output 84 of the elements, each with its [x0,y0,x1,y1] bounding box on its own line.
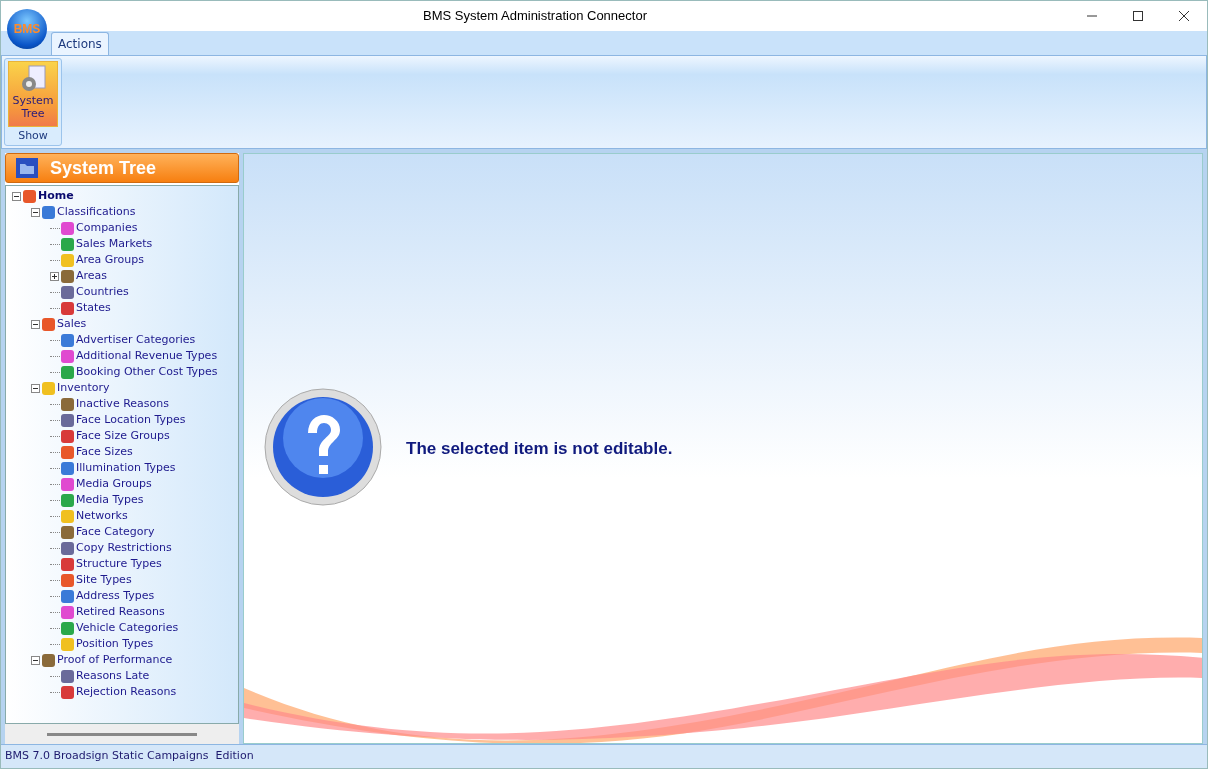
tree-item-icon [42,205,55,219]
sidebar-title: System Tree [50,156,157,180]
tree-item-icon [61,557,74,571]
tree-item-icon [61,413,74,427]
tree-item[interactable]: Face Category [74,523,157,541]
tree-item-icon [61,301,74,315]
status-text: BMS 7.0 Broadsign Static Campaigns Edition [1,744,1207,768]
system-tree-button[interactable]: System Tree [8,61,58,127]
group-label: Show [18,127,48,144]
tree-item-icon [61,461,74,475]
tree-item[interactable]: Proof of Performance [55,651,175,669]
tree-item-icon [61,429,74,443]
tree-item[interactable]: Companies [74,219,140,237]
tree-item[interactable]: Networks [74,507,130,525]
tree-item-icon [61,237,74,251]
window-title: BMS System Administration Connector [422,7,648,26]
tree-item[interactable]: Face Size Groups [74,427,172,445]
tree-item[interactable]: Area Groups [74,251,147,269]
tree-item-icon [61,477,74,491]
tree-item-icon [61,685,74,699]
question-icon [264,387,382,506]
tree-item[interactable]: Additional Revenue Types [74,347,220,365]
tree-item[interactable]: Media Types [74,491,146,509]
tree-item-icon [61,253,74,267]
tree-item[interactable]: Sales Markets [74,235,155,253]
tree-item-icon [61,621,74,635]
maximize-icon [1132,10,1144,22]
tree-item-icon [23,189,36,203]
folder-icon [16,158,38,178]
tree-item[interactable]: Face Sizes [74,443,135,461]
tree-item-icon [61,573,74,587]
tree-item-icon [61,541,74,555]
tree-item[interactable]: Countries [74,283,131,301]
tree-item-icon [42,317,55,331]
tree-item-icon [61,525,74,539]
tree-item-icon [61,445,74,459]
close-icon [1178,10,1190,22]
tree-item[interactable]: Face Location Types [74,411,188,429]
tree-item[interactable]: Media Groups [74,475,154,493]
horizontal-scrollbar[interactable] [5,724,239,744]
collapse-toggle[interactable] [31,655,40,665]
tree-item[interactable]: Classifications [55,203,138,221]
expand-toggle[interactable] [50,271,59,281]
tree-item-icon [42,653,55,667]
tree-item[interactable]: Home [36,187,76,205]
tree-item-icon [42,381,55,395]
tree-item-icon [61,333,74,347]
info-message: The selected item is not editable. [406,437,673,460]
tree-item[interactable]: Booking Other Cost Types [74,363,220,381]
tree-item[interactable]: Reasons Late [74,667,152,685]
tree-item[interactable]: Inventory [55,379,112,397]
tree-item[interactable]: Structure Types [74,555,164,573]
collapse-toggle[interactable] [31,207,40,217]
tree-item-icon [61,605,74,619]
tree-item-icon [61,269,74,283]
tree-item[interactable]: States [74,299,113,317]
tree-item-icon [61,365,74,379]
tree-item-icon [61,221,74,235]
tree-item[interactable]: Retired Reasons [74,603,167,621]
tree-item[interactable]: Copy Restrictions [74,539,174,557]
tree-item[interactable]: Areas [74,267,110,285]
tree-item[interactable]: Position Types [74,635,156,653]
gear-document-icon [19,64,47,94]
tree-item-icon [61,349,74,363]
tree-item-icon [61,493,74,507]
tree-item-icon [61,637,74,651]
plus-icon [51,272,58,280]
tree-item-icon [61,589,74,603]
tree-item[interactable]: Illumination Types [74,459,178,477]
tree-item-icon [61,509,74,523]
tree-item[interactable]: Site Types [74,571,134,589]
tree-item[interactable]: Inactive Reasons [74,395,171,413]
tree-item[interactable]: Sales [55,315,89,333]
tree-item-icon [61,669,74,683]
collapse-toggle[interactable] [31,383,40,393]
tree-item[interactable]: Advertiser Categories [74,331,198,349]
tree-item[interactable]: Vehicle Categories [74,619,181,637]
tree-item-icon [61,397,74,411]
tree-item[interactable]: Rejection Reasons [74,683,179,701]
tree-item[interactable]: Address Types [74,587,157,605]
tree-item-icon [61,285,74,299]
collapse-toggle[interactable] [31,319,40,329]
collapse-toggle[interactable] [12,191,21,201]
ribbon-tab[interactable]: Actions [51,32,109,55]
